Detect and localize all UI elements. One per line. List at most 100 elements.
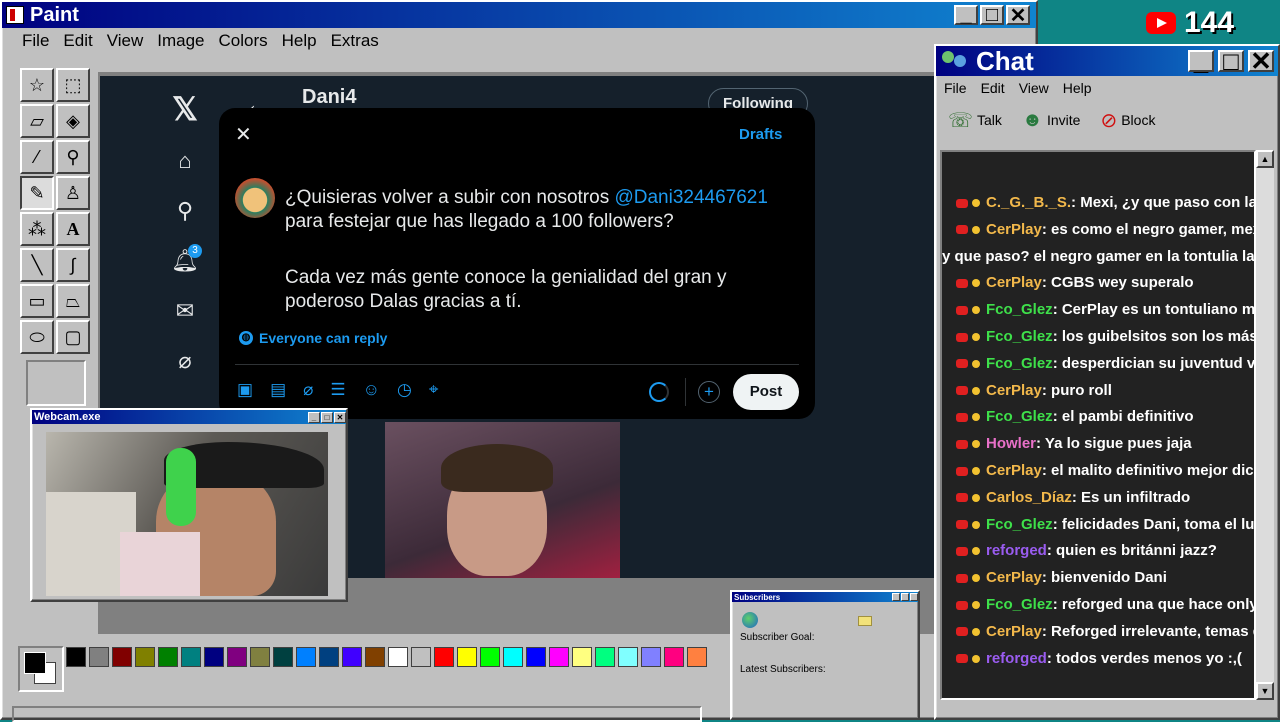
minimize-button[interactable]: _ [954,4,978,26]
eraser-icon[interactable]: ▱ [20,104,54,138]
palette-swatch[interactable] [687,647,707,667]
picker-icon[interactable]: ⁄ [20,140,54,174]
palette-swatch[interactable] [503,647,523,667]
chat-username[interactable]: CerPlay [986,462,1042,479]
magnifier-icon[interactable]: ⚲ [56,140,90,174]
palette-swatch[interactable] [457,647,477,667]
grok-compose-icon[interactable]: ⌀ [303,380,313,400]
current-colors[interactable] [18,646,64,692]
rectangle-icon[interactable]: ▭ [20,284,54,318]
palette-swatch[interactable] [319,647,339,667]
pencil-icon[interactable]: ✎ [20,176,54,210]
menu-help[interactable]: Help [282,31,317,51]
reply-setting[interactable]: ◍ Everyone can reply [239,330,387,346]
chat-username[interactable]: reforged [986,650,1047,667]
ellipse-icon[interactable]: ⬭ [20,320,54,354]
chat-username[interactable]: Carlos_Díaz [986,489,1072,506]
chat-username[interactable]: Howler [986,435,1036,452]
grok-icon[interactable]: ⌀ [170,348,200,374]
free-select-icon[interactable]: ☆ [20,68,54,102]
subs-maximize-button[interactable] [901,593,909,601]
palette-swatch[interactable] [158,647,178,667]
palette-swatch[interactable] [388,647,408,667]
chat-username[interactable]: Fco_Glez [986,596,1053,613]
menu-edit[interactable]: Edit [63,31,92,51]
palette-swatch[interactable] [273,647,293,667]
menu-colors[interactable]: Colors [219,31,268,51]
mention-link[interactable]: @Dani324467621 [614,187,767,208]
close-icon[interactable]: ✕ [235,122,252,147]
schedule-icon[interactable]: ◷ [397,380,412,400]
chat-username[interactable]: CerPlay [986,382,1042,399]
emoji-icon[interactable]: ☺ [363,380,380,400]
chat-username[interactable]: CerPlay [986,569,1042,586]
menu-image[interactable]: Image [157,31,204,51]
chat-menu-view[interactable]: View [1019,80,1049,96]
palette-swatch[interactable] [480,647,500,667]
webcam-maximize-button[interactable]: □ [321,411,333,423]
chat-scrollbar[interactable]: ▲ ▼ [1256,150,1274,700]
chat-username[interactable]: Fco_Glez [986,355,1053,372]
post-button[interactable]: Post [733,374,799,410]
palette-swatch[interactable] [250,647,270,667]
palette-swatch[interactable] [112,647,132,667]
scroll-up-button[interactable]: ▲ [1256,150,1274,168]
poll-icon[interactable]: ☰ [330,380,345,400]
menu-extras[interactable]: Extras [331,31,379,51]
chat-minimize-button[interactable]: _ [1188,46,1214,76]
x-logo-icon[interactable]: 𝕏 [170,90,200,128]
line-icon[interactable]: ╲ [20,248,54,282]
drafts-link[interactable]: Drafts [739,126,782,143]
compose-text[interactable]: ¿Quisieras volver a subir con nosotros @… [285,186,805,314]
media-icon[interactable]: ▣ [237,380,253,400]
invite-button[interactable]: ☻ Invite [1022,109,1081,132]
chat-username[interactable]: C._G._B._S. [986,194,1071,211]
maximize-button[interactable]: □ [980,4,1004,26]
chat-username[interactable]: CerPlay [986,623,1042,640]
menu-view[interactable]: View [107,31,144,51]
palette-swatch[interactable] [204,647,224,667]
gif-icon[interactable]: ▤ [270,380,286,400]
palette-swatch[interactable] [641,647,661,667]
palette-swatch[interactable] [181,647,201,667]
palette-swatch[interactable] [664,647,684,667]
chat-username[interactable]: Fco_Glez [986,301,1053,318]
chat-username[interactable]: Fco_Glez [986,328,1053,345]
airbrush-icon[interactable]: ⁂ [20,212,54,246]
palette-swatch[interactable] [618,647,638,667]
polygon-icon[interactable]: ⏢ [56,284,90,318]
chat-username[interactable]: CerPlay [986,274,1042,291]
text-icon[interactable]: A [56,212,90,246]
location-icon[interactable]: ⌖ [429,380,439,400]
chat-username[interactable]: Fco_Glez [986,516,1053,533]
palette-swatch[interactable] [434,647,454,667]
palette-swatch[interactable] [572,647,592,667]
rect-select-icon[interactable]: ⬚ [56,68,90,102]
search-icon[interactable]: ⚲ [170,198,200,224]
block-button[interactable]: ⊘ Block [1100,108,1155,133]
menu-file[interactable]: File [22,31,49,51]
chat-menu-edit[interactable]: Edit [981,80,1005,96]
subs-close-button[interactable] [910,593,918,601]
palette-swatch[interactable] [89,647,109,667]
brush-icon[interactable]: ♙ [56,176,90,210]
tool-options[interactable] [26,360,86,406]
palette-swatch[interactable] [135,647,155,667]
palette-swatch[interactable] [595,647,615,667]
add-post-icon[interactable]: + [698,381,720,403]
webcam-close-button[interactable]: ✕ [334,411,346,423]
chat-maximize-button[interactable]: □ [1218,46,1244,76]
chat-menu-file[interactable]: File [944,80,967,96]
close-button[interactable]: ✕ [1006,5,1030,27]
palette-swatch[interactable] [411,647,431,667]
palette-swatch[interactable] [549,647,569,667]
chat-username[interactable]: Fco_Glez [986,408,1053,425]
fill-icon[interactable]: ◈ [56,104,90,138]
subs-minimize-button[interactable] [892,593,900,601]
palette-swatch[interactable] [66,647,86,667]
chat-menu-help[interactable]: Help [1063,80,1092,96]
palette-swatch[interactable] [526,647,546,667]
palette-swatch[interactable] [296,647,316,667]
chat-close-button[interactable]: ✕ [1248,46,1274,76]
chat-username[interactable]: CerPlay [986,221,1042,238]
